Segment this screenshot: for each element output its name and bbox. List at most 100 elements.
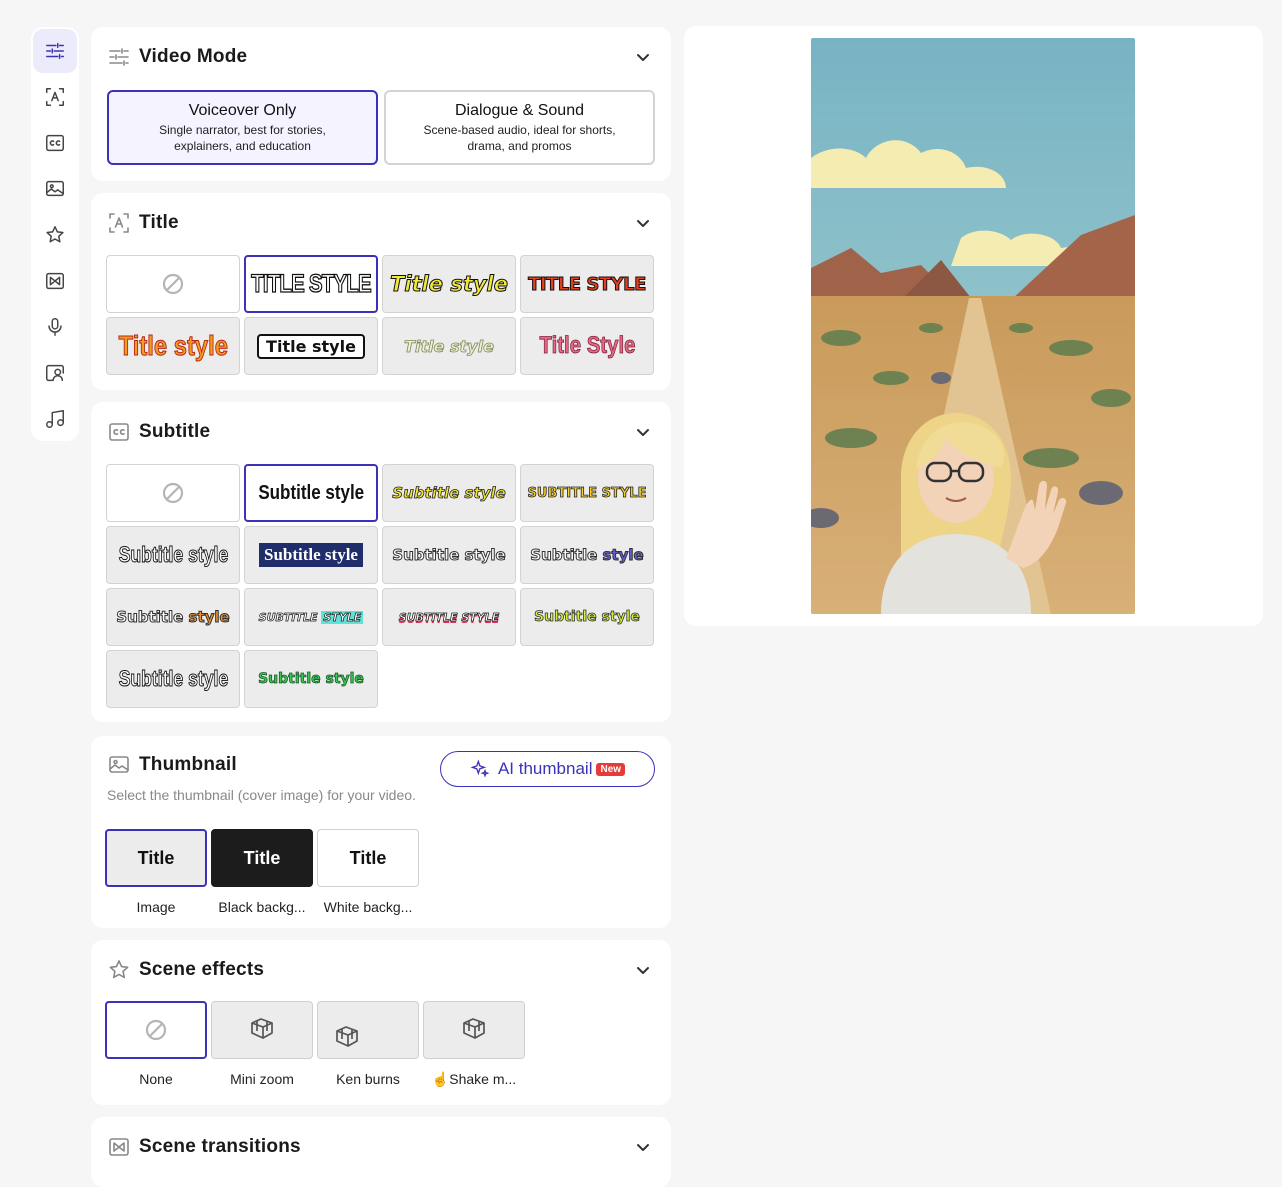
none-icon — [144, 1018, 168, 1042]
subtitle-style-option[interactable]: Subtitle style — [382, 526, 516, 584]
title-style-option[interactable]: TITLE STYLE — [244, 255, 378, 313]
title-style-option[interactable]: Title Style — [520, 317, 654, 375]
style-preview: Title style — [257, 333, 365, 359]
subtitle-style-option[interactable]: Subtitle style — [244, 464, 378, 522]
title-style-option[interactable]: Title style — [106, 317, 240, 375]
scene-effect-ken-burns[interactable]: Ken burns — [317, 1001, 419, 1088]
style-preview: Subtitle style — [392, 546, 506, 565]
style-preview-word: Subtitle — [530, 546, 598, 565]
title-icon — [46, 88, 64, 106]
option-title: Voiceover Only — [188, 102, 297, 119]
title-style-none[interactable] — [106, 255, 240, 313]
sidebar-item-title[interactable] — [33, 75, 77, 119]
subtitle-style-option[interactable]: Subtitle style — [382, 464, 516, 522]
collapse-button[interactable] — [633, 1137, 653, 1157]
thumbnail-preview: Title — [211, 829, 313, 887]
cube-icon — [332, 1021, 362, 1056]
title-icon — [109, 213, 129, 233]
title-style-option[interactable]: Title style — [382, 317, 516, 375]
collapse-button[interactable] — [633, 213, 653, 233]
hand-icon: ☝ — [431, 1071, 450, 1087]
panel-title: Title — [139, 212, 179, 233]
sidebar-item-voice[interactable] — [33, 305, 77, 349]
video-mode-panel: Video Mode Voiceover Only Single narrato… — [91, 27, 671, 181]
collapse-button[interactable] — [633, 422, 653, 442]
sidebar-item-video-mode[interactable] — [33, 29, 77, 73]
effect-preview — [317, 1001, 419, 1059]
sidebar-item-transitions[interactable] — [33, 259, 77, 303]
cc-icon — [109, 423, 129, 441]
subtitle-style-option[interactable]: Subtitle style — [106, 650, 240, 708]
panel-header: Subtitle — [107, 419, 210, 445]
title-style-option[interactable]: Title style — [382, 255, 516, 313]
collapse-button[interactable] — [633, 47, 653, 67]
scene-effect-shake[interactable]: ☝Shake m... — [423, 1001, 525, 1088]
transition-icon — [46, 272, 64, 290]
style-preview: Title style — [118, 330, 228, 362]
avatar-icon — [46, 364, 64, 382]
thumbnail-option-label: White backg... — [323, 899, 413, 915]
style-preview: TITLE STYLE — [251, 269, 373, 298]
thumbnail-option-white-background[interactable]: Title White backg... — [317, 829, 419, 915]
sidebar-item-thumbnail[interactable] — [33, 167, 77, 211]
subtitle-style-option[interactable]: SUBTITLE STYLE — [382, 588, 516, 646]
subtitle-style-option[interactable]: Subtitle style — [520, 526, 654, 584]
subtitle-style-option[interactable]: Subtitle style — [106, 588, 240, 646]
scene-effect-none[interactable]: None — [105, 1001, 207, 1088]
title-style-option[interactable]: TITLE STYLE — [520, 255, 654, 313]
thumbnail-preview: Title — [317, 829, 419, 887]
panel-header: Thumbnail — [107, 752, 237, 778]
chevron-down-icon — [637, 220, 649, 227]
sparkle-icon — [470, 759, 490, 778]
style-preview-word: Subtitle — [116, 608, 184, 627]
collapse-button[interactable] — [633, 960, 653, 980]
subtitle-panel: Subtitle Subtitle style Subtitle style S… — [91, 402, 671, 722]
sidebar-item-avatar[interactable] — [33, 351, 77, 395]
sidebar-item-subtitle[interactable] — [33, 121, 77, 165]
panel-header: Video Mode — [107, 44, 247, 70]
sidebar-item-effects[interactable] — [33, 213, 77, 257]
subtitle-style-option[interactable]: Subtitle style — [244, 650, 378, 708]
style-preview: TITLE STYLE — [528, 273, 647, 295]
title-panel: Title TITLE STYLE Title style TITLE STYL… — [91, 193, 671, 390]
title-style-option[interactable]: Title style — [244, 317, 378, 375]
subtitle-style-option[interactable]: Subtitle style — [520, 588, 654, 646]
image-icon — [109, 756, 129, 773]
panel-title: Scene transitions — [139, 1136, 301, 1157]
style-preview: Subtitle style — [253, 479, 370, 507]
scene-transitions-panel: Scene transitions — [91, 1117, 671, 1187]
subtitle-style-option[interactable]: SUBTITLE STYLE — [244, 588, 378, 646]
effect-preview — [105, 1001, 207, 1059]
option-title: Dialogue & Sound — [455, 102, 584, 119]
subtitle-style-option[interactable]: Subtitle style — [244, 526, 378, 584]
subtitle-style-option[interactable]: Subtitle style — [106, 526, 240, 584]
style-preview: SUBTITLE STYLE — [527, 485, 647, 501]
dialogue-sound-option[interactable]: Dialogue & Sound Scene-based audio, idea… — [384, 90, 655, 165]
style-preview: Subtitle style — [118, 542, 228, 568]
chevron-down-icon — [637, 429, 649, 436]
video-preview[interactable] — [811, 38, 1135, 614]
video-preview-panel — [684, 26, 1263, 626]
voiceover-only-option[interactable]: Voiceover Only Single narrator, best for… — [107, 90, 378, 165]
scene-effect-mini-zoom[interactable]: Mini zoom — [211, 1001, 313, 1088]
sidebar-item-music[interactable] — [33, 397, 77, 441]
style-preview-highlight: style — [602, 546, 644, 565]
star-icon — [109, 960, 129, 979]
ai-thumbnail-button[interactable]: AI thumbnail New — [440, 751, 655, 787]
subtitle-style-grid: Subtitle style Subtitle style SUBTITLE S… — [106, 464, 654, 708]
style-preview: Title style — [390, 272, 509, 297]
thumbnail-option-black-background[interactable]: Title Black backg... — [211, 829, 313, 915]
subtitle-style-option[interactable]: SUBTITLE STYLE — [520, 464, 654, 522]
thumbnail-option-image[interactable]: Title Image — [105, 829, 207, 915]
style-preview-word: SUBTITLE — [258, 610, 318, 624]
style-preview: Subtitle style — [118, 666, 228, 692]
effect-preview — [423, 1001, 525, 1059]
style-preview: Subtitle style — [392, 484, 506, 503]
subtitle-style-none[interactable] — [106, 464, 240, 522]
chevron-down-icon — [637, 1144, 649, 1151]
cube-icon — [247, 1013, 277, 1048]
new-badge: New — [596, 762, 626, 776]
cube-icon — [459, 1013, 489, 1048]
thumbnail-panel: Thumbnail AI thumbnail New Select the th… — [91, 736, 671, 928]
style-preview-highlight: STYLE — [321, 610, 364, 624]
